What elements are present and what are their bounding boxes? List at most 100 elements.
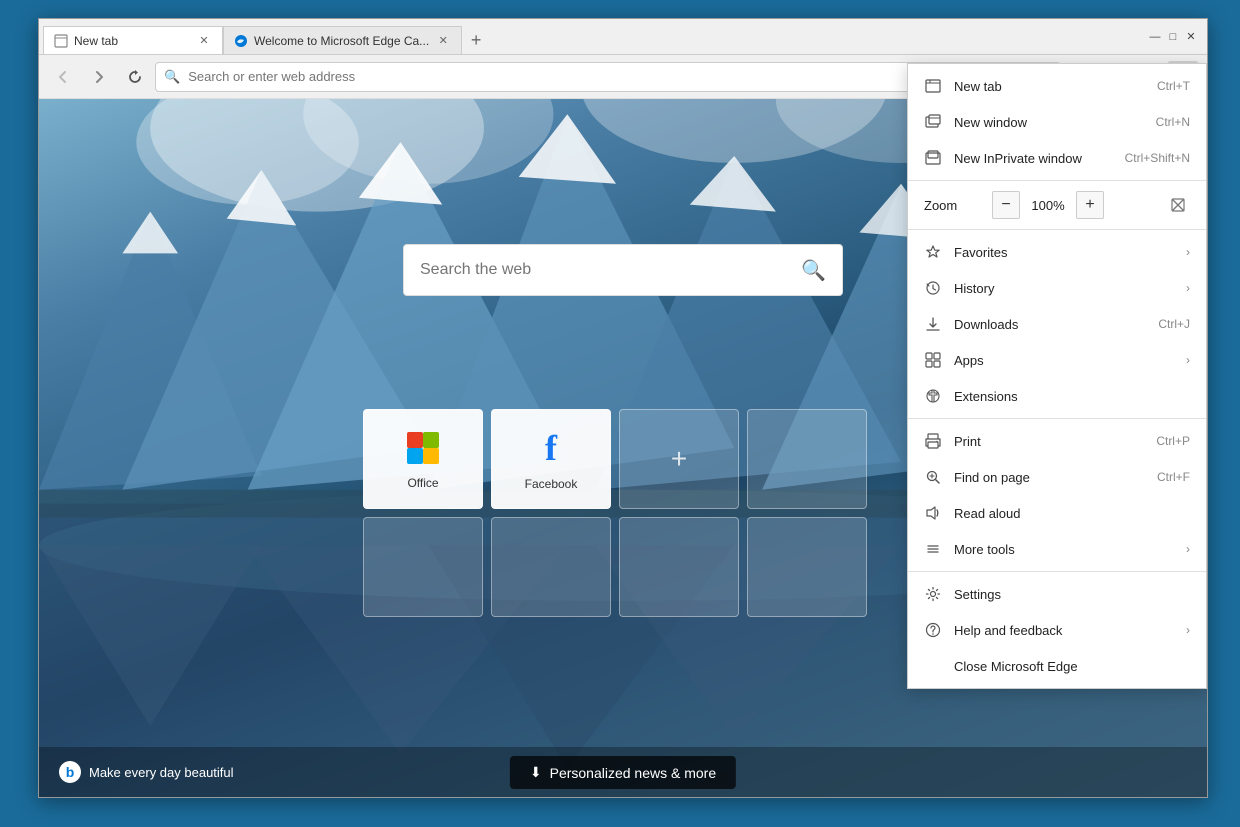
tab-newtab[interactable]: New tab ✕ xyxy=(43,26,223,54)
favorites-menu-icon xyxy=(924,243,942,261)
new-tab-icon xyxy=(924,77,942,95)
bing-tagline: Make every day beautiful xyxy=(89,765,234,780)
menu-inprivate-shortcut: Ctrl+Shift+N xyxy=(1125,151,1190,165)
close-button[interactable]: ✕ xyxy=(1183,29,1199,45)
downloads-menu-icon xyxy=(924,315,942,333)
speed-dial-empty-2[interactable] xyxy=(363,517,483,617)
menu-divider-2 xyxy=(908,229,1206,230)
menu-downloads-shortcut: Ctrl+J xyxy=(1158,317,1190,331)
speed-dial-empty-1[interactable] xyxy=(747,409,867,509)
back-button[interactable] xyxy=(47,61,79,93)
print-menu-icon xyxy=(924,432,942,450)
menu-new-window-shortcut: Ctrl+N xyxy=(1156,115,1190,129)
speed-dial-empty-5[interactable] xyxy=(747,517,867,617)
menu-item-close-edge[interactable]: Close Microsoft Edge xyxy=(908,648,1206,684)
apps-menu-icon xyxy=(924,351,942,369)
menu-item-read-aloud[interactable]: Read aloud xyxy=(908,495,1206,531)
history-arrow-icon: › xyxy=(1186,281,1190,295)
history-menu-icon xyxy=(924,279,942,297)
menu-item-help[interactable]: Help and feedback › xyxy=(908,612,1206,648)
favorites-arrow-icon: › xyxy=(1186,245,1190,259)
speed-dial-facebook[interactable]: f Facebook xyxy=(491,409,611,509)
speed-dial-add[interactable]: + xyxy=(619,409,739,509)
news-btn-label: Personalized news & more xyxy=(550,765,717,781)
menu-divider-3 xyxy=(908,418,1206,419)
menu-item-apps[interactable]: Apps › xyxy=(908,342,1206,378)
search-submit-icon[interactable]: 🔍 xyxy=(801,258,826,283)
search-box[interactable]: 🔍 xyxy=(403,244,843,296)
menu-item-new-window[interactable]: New window Ctrl+N xyxy=(908,104,1206,140)
new-window-icon xyxy=(924,113,942,131)
add-tile-icon: + xyxy=(671,443,687,475)
minimize-button[interactable]: — xyxy=(1147,29,1163,45)
menu-favorites-label: Favorites xyxy=(954,245,1174,260)
menu-extensions-label: Extensions xyxy=(954,389,1190,404)
zoom-plus-button[interactable]: + xyxy=(1076,191,1104,219)
menu-apps-label: Apps xyxy=(954,353,1174,368)
menu-more-tools-label: More tools xyxy=(954,542,1174,557)
navigation-bar: 🔍 xyxy=(39,55,1207,99)
find-menu-icon xyxy=(924,468,942,486)
extensions-menu-icon xyxy=(924,387,942,405)
tab-welcome-title: Welcome to Microsoft Edge Ca... xyxy=(254,34,429,48)
help-arrow-icon: › xyxy=(1186,623,1190,637)
menu-inprivate-label: New InPrivate window xyxy=(954,151,1113,166)
menu-find-shortcut: Ctrl+F xyxy=(1157,470,1190,484)
search-input[interactable] xyxy=(420,261,791,279)
inprivate-icon xyxy=(924,149,942,167)
close-edge-menu-icon xyxy=(924,657,942,675)
bing-icon: b xyxy=(59,761,81,783)
personalized-news-button[interactable]: ⬇ Personalized news & more xyxy=(510,756,736,789)
menu-item-print[interactable]: Print Ctrl+P xyxy=(908,423,1206,459)
menu-item-inprivate[interactable]: New InPrivate window Ctrl+Shift+N xyxy=(908,140,1206,176)
more-tools-arrow-icon: › xyxy=(1186,542,1190,556)
tab-newtab-close[interactable]: ✕ xyxy=(196,33,212,49)
menu-find-label: Find on page xyxy=(954,470,1145,485)
address-search-icon: 🔍 xyxy=(164,69,180,85)
menu-item-find[interactable]: Find on page Ctrl+F xyxy=(908,459,1206,495)
tab-welcome-close[interactable]: ✕ xyxy=(435,33,451,49)
new-tab-button[interactable]: + xyxy=(462,26,490,54)
tab-edge-icon xyxy=(234,34,248,48)
maximize-button[interactable]: □ xyxy=(1165,29,1181,45)
menu-settings-label: Settings xyxy=(954,587,1190,602)
menu-item-downloads[interactable]: Downloads Ctrl+J xyxy=(908,306,1206,342)
menu-help-label: Help and feedback xyxy=(954,623,1174,638)
context-menu: New tab Ctrl+T New window Ctrl+N xyxy=(907,63,1207,689)
menu-history-label: History xyxy=(954,281,1174,296)
tab-welcome[interactable]: Welcome to Microsoft Edge Ca... ✕ xyxy=(223,26,462,54)
menu-new-tab-shortcut: Ctrl+T xyxy=(1157,79,1190,93)
zoom-minus-button[interactable]: − xyxy=(992,191,1020,219)
menu-item-extensions[interactable]: Extensions xyxy=(908,378,1206,414)
menu-item-new-tab[interactable]: New tab Ctrl+T xyxy=(908,68,1206,104)
refresh-button[interactable] xyxy=(119,61,151,93)
speed-dial-facebook-label: Facebook xyxy=(525,477,578,491)
more-tools-menu-icon xyxy=(924,540,942,558)
menu-item-settings[interactable]: Settings xyxy=(908,576,1206,612)
zoom-value-display: 100% xyxy=(1028,198,1068,213)
speed-dial: Office f Facebook + xyxy=(363,409,883,617)
help-menu-icon xyxy=(924,621,942,639)
menu-divider-1 xyxy=(908,180,1206,181)
bottom-bar: b Make every day beautiful ⬇ Personalize… xyxy=(39,747,1207,797)
tab-page-icon xyxy=(54,34,68,48)
speed-dial-empty-4[interactable] xyxy=(619,517,739,617)
zoom-label: Zoom xyxy=(924,198,984,213)
tab-newtab-title: New tab xyxy=(74,34,190,48)
menu-item-history[interactable]: History › xyxy=(908,270,1206,306)
news-download-icon: ⬇ xyxy=(530,764,542,781)
menu-downloads-label: Downloads xyxy=(954,317,1146,332)
tabs-area: New tab ✕ Welcome to Microsoft Edge Ca..… xyxy=(39,19,1139,54)
speed-dial-empty-3[interactable] xyxy=(491,517,611,617)
window-controls: — □ ✕ xyxy=(1139,19,1207,54)
menu-item-favorites[interactable]: Favorites › xyxy=(908,234,1206,270)
facebook-icon: f xyxy=(545,427,557,469)
read-aloud-menu-icon xyxy=(924,504,942,522)
menu-item-more-tools[interactable]: More tools › xyxy=(908,531,1206,567)
search-container: 🔍 xyxy=(403,244,843,296)
forward-button[interactable] xyxy=(83,61,115,93)
menu-new-tab-label: New tab xyxy=(954,79,1145,94)
menu-print-shortcut: Ctrl+P xyxy=(1156,434,1190,448)
speed-dial-office[interactable]: Office xyxy=(363,409,483,509)
zoom-expand-button[interactable] xyxy=(1166,193,1190,217)
